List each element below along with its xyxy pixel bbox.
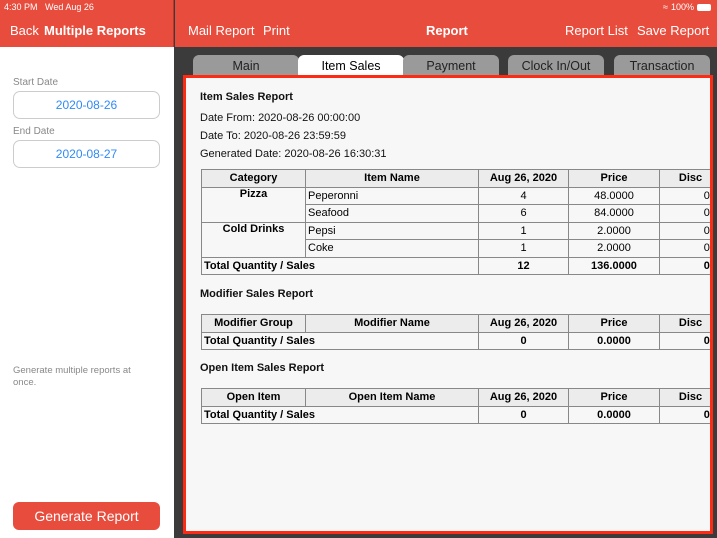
category-cell: Pizza xyxy=(201,186,306,223)
total-label: Total Quantity / Sales xyxy=(201,331,479,350)
left-title: Multiple Reports xyxy=(44,23,146,38)
page-title: Report xyxy=(426,23,468,38)
item-name-cell: Peperonni xyxy=(305,186,479,205)
start-date-label: Start Date xyxy=(13,77,59,88)
col-header-category: Open Item xyxy=(201,388,306,407)
status-time: 4:30 PM Wed Aug 26 xyxy=(4,2,94,12)
col-header-category: Category xyxy=(201,169,306,188)
header-row: Modifier Group Modifier Name Aug 26, 2020 P… xyxy=(201,314,710,333)
total-label: Total Quantity / Sales xyxy=(201,256,479,275)
tab-clock-in-out[interactable]: Clock In/Out xyxy=(508,55,604,76)
total-price: 136.0000 xyxy=(568,256,660,275)
col-header-name: Item Name xyxy=(305,169,479,188)
table-row: PizzaPeperonni448.00000.0 xyxy=(201,186,710,223)
end-date-label: End Date xyxy=(13,126,55,137)
qty-cell: 1 xyxy=(478,221,569,240)
col-header-category: Modifier Group xyxy=(201,314,306,333)
clock: 4:30 PM xyxy=(4,2,38,12)
total-disc: 0.0 xyxy=(659,256,710,275)
total-row: Total Quantity / Sales00.00000.0 xyxy=(201,405,710,424)
qty-cell: 1 xyxy=(478,239,569,258)
sidebar: Start Date 2020-08-26 End Date 2020-08-2… xyxy=(0,47,174,538)
total-row: Total Quantity / Sales00.00000.0 xyxy=(201,331,710,350)
total-price: 0.0000 xyxy=(568,405,660,424)
header-row: Category Item Name Aug 26, 2020 Price Disc xyxy=(201,169,710,188)
category-cell: Cold Drinks xyxy=(201,221,306,258)
col-header-price: Price xyxy=(568,388,660,407)
col-header-price: Price xyxy=(568,314,660,333)
start-date-field[interactable]: 2020-08-26 xyxy=(13,91,160,119)
tab-payment[interactable]: Payment xyxy=(403,55,499,76)
total-label: Total Quantity / Sales xyxy=(201,405,479,424)
tab-item-sales[interactable]: Item Sales xyxy=(298,55,404,76)
col-header-date: Aug 26, 2020 xyxy=(478,169,569,188)
disc-cell: 0.0 xyxy=(659,239,710,258)
table-row: Cold DrinksPepsi12.00000.0 xyxy=(201,221,710,258)
generated-date: Generated Date: 2020-08-26 16:30:31 xyxy=(200,148,387,160)
status-bar: 4:30 PM Wed Aug 26 ≈100% xyxy=(0,0,717,14)
mail-report-button[interactable]: Mail Report xyxy=(188,23,254,38)
total-row: Total Quantity / Sales12136.00000.0 xyxy=(201,256,710,275)
col-header-disc: Disc xyxy=(659,388,710,407)
col-header-disc: Disc xyxy=(659,169,710,188)
tab-transaction[interactable]: Transaction xyxy=(614,55,710,76)
disc-cell: 0.0 xyxy=(659,204,710,223)
qty-cell: 6 xyxy=(478,204,569,223)
report-header: Item Sales Report Date From: 2020-08-26 … xyxy=(200,88,387,163)
price-cell: 2.0000 xyxy=(568,239,660,258)
print-button[interactable]: Print xyxy=(263,23,290,38)
total-qty: 12 xyxy=(478,256,569,275)
price-cell: 48.0000 xyxy=(568,186,660,205)
generate-report-button[interactable]: Generate Report xyxy=(13,502,160,530)
open-item-sales-table: Open Item Open Item Name Aug 26, 2020 Price… xyxy=(201,388,710,424)
col-header-name: Modifier Name xyxy=(305,314,479,333)
disc-cell: 0.0 xyxy=(659,186,710,205)
col-header-date: Aug 26, 2020 xyxy=(478,314,569,333)
save-report-button[interactable]: Save Report xyxy=(637,23,709,38)
header-row: Open Item Open Item Name Aug 26, 2020 Price… xyxy=(201,388,710,407)
tab-main[interactable]: Main xyxy=(193,55,299,76)
col-header-disc: Disc xyxy=(659,314,710,333)
date-to: Date To: 2020-08-26 23:59:59 xyxy=(200,130,346,142)
qty-cell: 4 xyxy=(478,186,569,205)
total-disc: 0.0 xyxy=(659,331,710,350)
report-title: Item Sales Report xyxy=(200,91,293,103)
item-name-cell: Seafood xyxy=(305,204,479,223)
battery-icon xyxy=(697,3,711,11)
total-disc: 0.0 xyxy=(659,405,710,424)
end-date-field[interactable]: 2020-08-27 xyxy=(13,140,160,168)
col-header-date: Aug 26, 2020 xyxy=(478,388,569,407)
battery-percent: 100% xyxy=(670,2,694,12)
col-header-price: Price xyxy=(568,169,660,188)
date-from: Date From: 2020-08-26 00:00:00 xyxy=(200,112,361,124)
item-sales-table: Category Item Name Aug 26, 2020 Price Disc Pi… xyxy=(201,169,710,275)
item-name-cell: Coke xyxy=(305,239,479,258)
disc-cell: 0.0 xyxy=(659,221,710,240)
item-name-cell: Pepsi xyxy=(305,221,479,240)
open-item-title: Open Item Sales Report xyxy=(200,362,325,374)
hint-text: Generate multiple reports at once. xyxy=(13,365,131,388)
wifi-icon: ≈ xyxy=(663,2,668,12)
status-date: Wed Aug 26 xyxy=(45,2,94,12)
col-header-name: Open Item Name xyxy=(305,388,479,407)
report-content[interactable]: Item Sales Report Date From: 2020-08-26 … xyxy=(183,75,713,534)
status-right: ≈100% xyxy=(663,2,711,12)
back-button[interactable]: Back xyxy=(10,23,39,38)
modifier-sales-table: Modifier Group Modifier Name Aug 26, 2020 P… xyxy=(201,314,710,350)
price-cell: 2.0000 xyxy=(568,221,660,240)
total-price: 0.0000 xyxy=(568,331,660,350)
price-cell: 84.0000 xyxy=(568,204,660,223)
total-qty: 0 xyxy=(478,405,569,424)
total-qty: 0 xyxy=(478,331,569,350)
report-list-button[interactable]: Report List xyxy=(565,23,628,38)
modifier-title: Modifier Sales Report xyxy=(200,288,314,300)
